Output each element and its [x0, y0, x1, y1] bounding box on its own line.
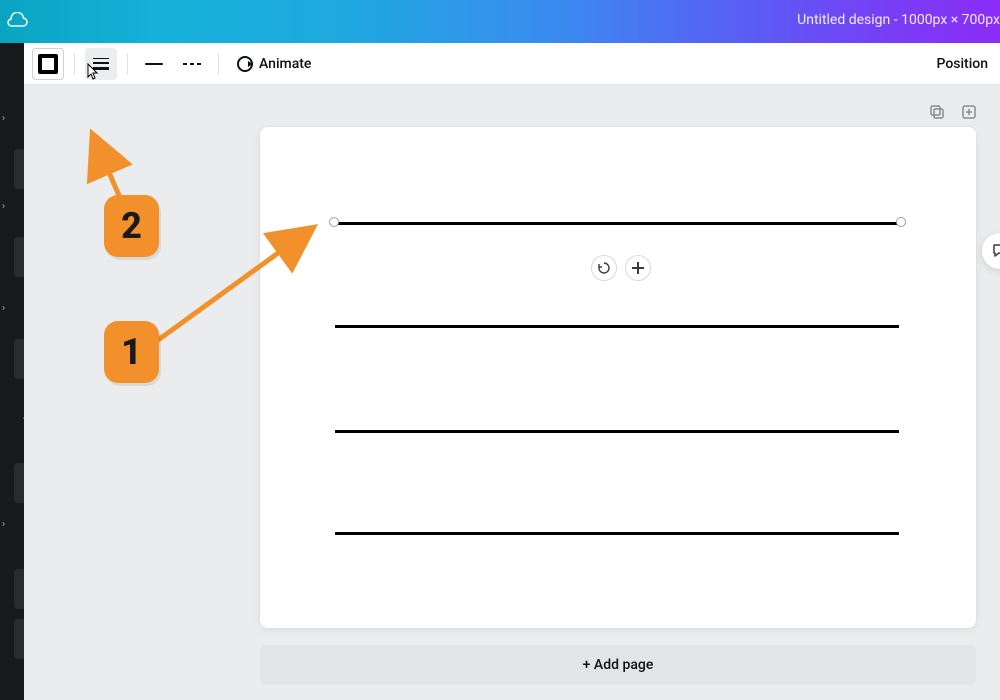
divider [74, 53, 75, 75]
move-button[interactable] [625, 255, 651, 281]
comment-button[interactable] [982, 233, 1000, 269]
line-element[interactable] [335, 325, 899, 328]
page-actions [928, 103, 978, 121]
position-label: Position [936, 56, 988, 72]
line-color-button[interactable] [32, 48, 64, 80]
context-toolbar: Animate Position [24, 43, 1000, 85]
sidebar-item[interactable] [14, 149, 24, 189]
move-icon [632, 262, 644, 274]
divider [127, 53, 128, 75]
line-element[interactable] [335, 222, 899, 225]
sidebar-item[interactable] [14, 237, 24, 277]
divider [218, 53, 219, 75]
animate-button[interactable]: Animate [229, 48, 319, 80]
left-sidebar[interactable]: › › › ‹ › [0, 43, 24, 700]
dashed-line-icon [183, 63, 201, 65]
line-style-dashed-button[interactable] [176, 48, 208, 80]
selection-handle-right[interactable] [896, 217, 906, 227]
rotate-button[interactable] [591, 255, 617, 281]
editor-main: Animate Position [24, 43, 1000, 700]
line-element[interactable] [335, 430, 899, 433]
line-style-solid-button[interactable] [138, 48, 170, 80]
color-swatch-icon [38, 54, 58, 74]
chevron-right-icon[interactable]: › [2, 113, 5, 124]
annotation-badge: 2 [104, 195, 159, 257]
line-weight-icon [92, 58, 110, 70]
design-canvas[interactable] [260, 127, 976, 628]
add-page-icon[interactable] [960, 103, 978, 121]
annotation-badge: 1 [104, 321, 159, 383]
canvas-stage[interactable]: + Add page 2 1 [24, 85, 1000, 700]
add-page-label: + Add page [583, 657, 654, 673]
app-header: Untitled design - 1000px × 700px [0, 0, 1000, 43]
animate-icon [237, 56, 253, 72]
sidebar-item[interactable] [14, 463, 24, 503]
solid-line-icon [145, 63, 163, 65]
line-weight-button[interactable] [85, 48, 117, 80]
chevron-right-icon[interactable]: › [2, 201, 5, 212]
add-page-button[interactable]: + Add page [260, 645, 976, 685]
chevron-right-icon[interactable]: › [2, 303, 5, 314]
position-button[interactable]: Position [930, 48, 994, 80]
element-floating-controls [591, 255, 651, 281]
line-element[interactable] [335, 532, 899, 535]
annotation-number: 1 [121, 331, 142, 373]
sidebar-item[interactable] [14, 569, 24, 609]
workspace: › › › ‹ › [0, 43, 1000, 700]
chevron-right-icon[interactable]: › [2, 519, 5, 530]
duplicate-page-icon[interactable] [928, 103, 946, 121]
animate-label: Animate [259, 56, 311, 72]
sidebar-item[interactable] [14, 339, 24, 379]
cloud-sync-icon[interactable] [6, 12, 28, 32]
annotation-number: 2 [121, 205, 142, 247]
selection-handle-left[interactable] [329, 217, 339, 227]
document-title[interactable]: Untitled design - 1000px × 700px [797, 12, 1000, 28]
sidebar-item[interactable] [14, 619, 24, 659]
